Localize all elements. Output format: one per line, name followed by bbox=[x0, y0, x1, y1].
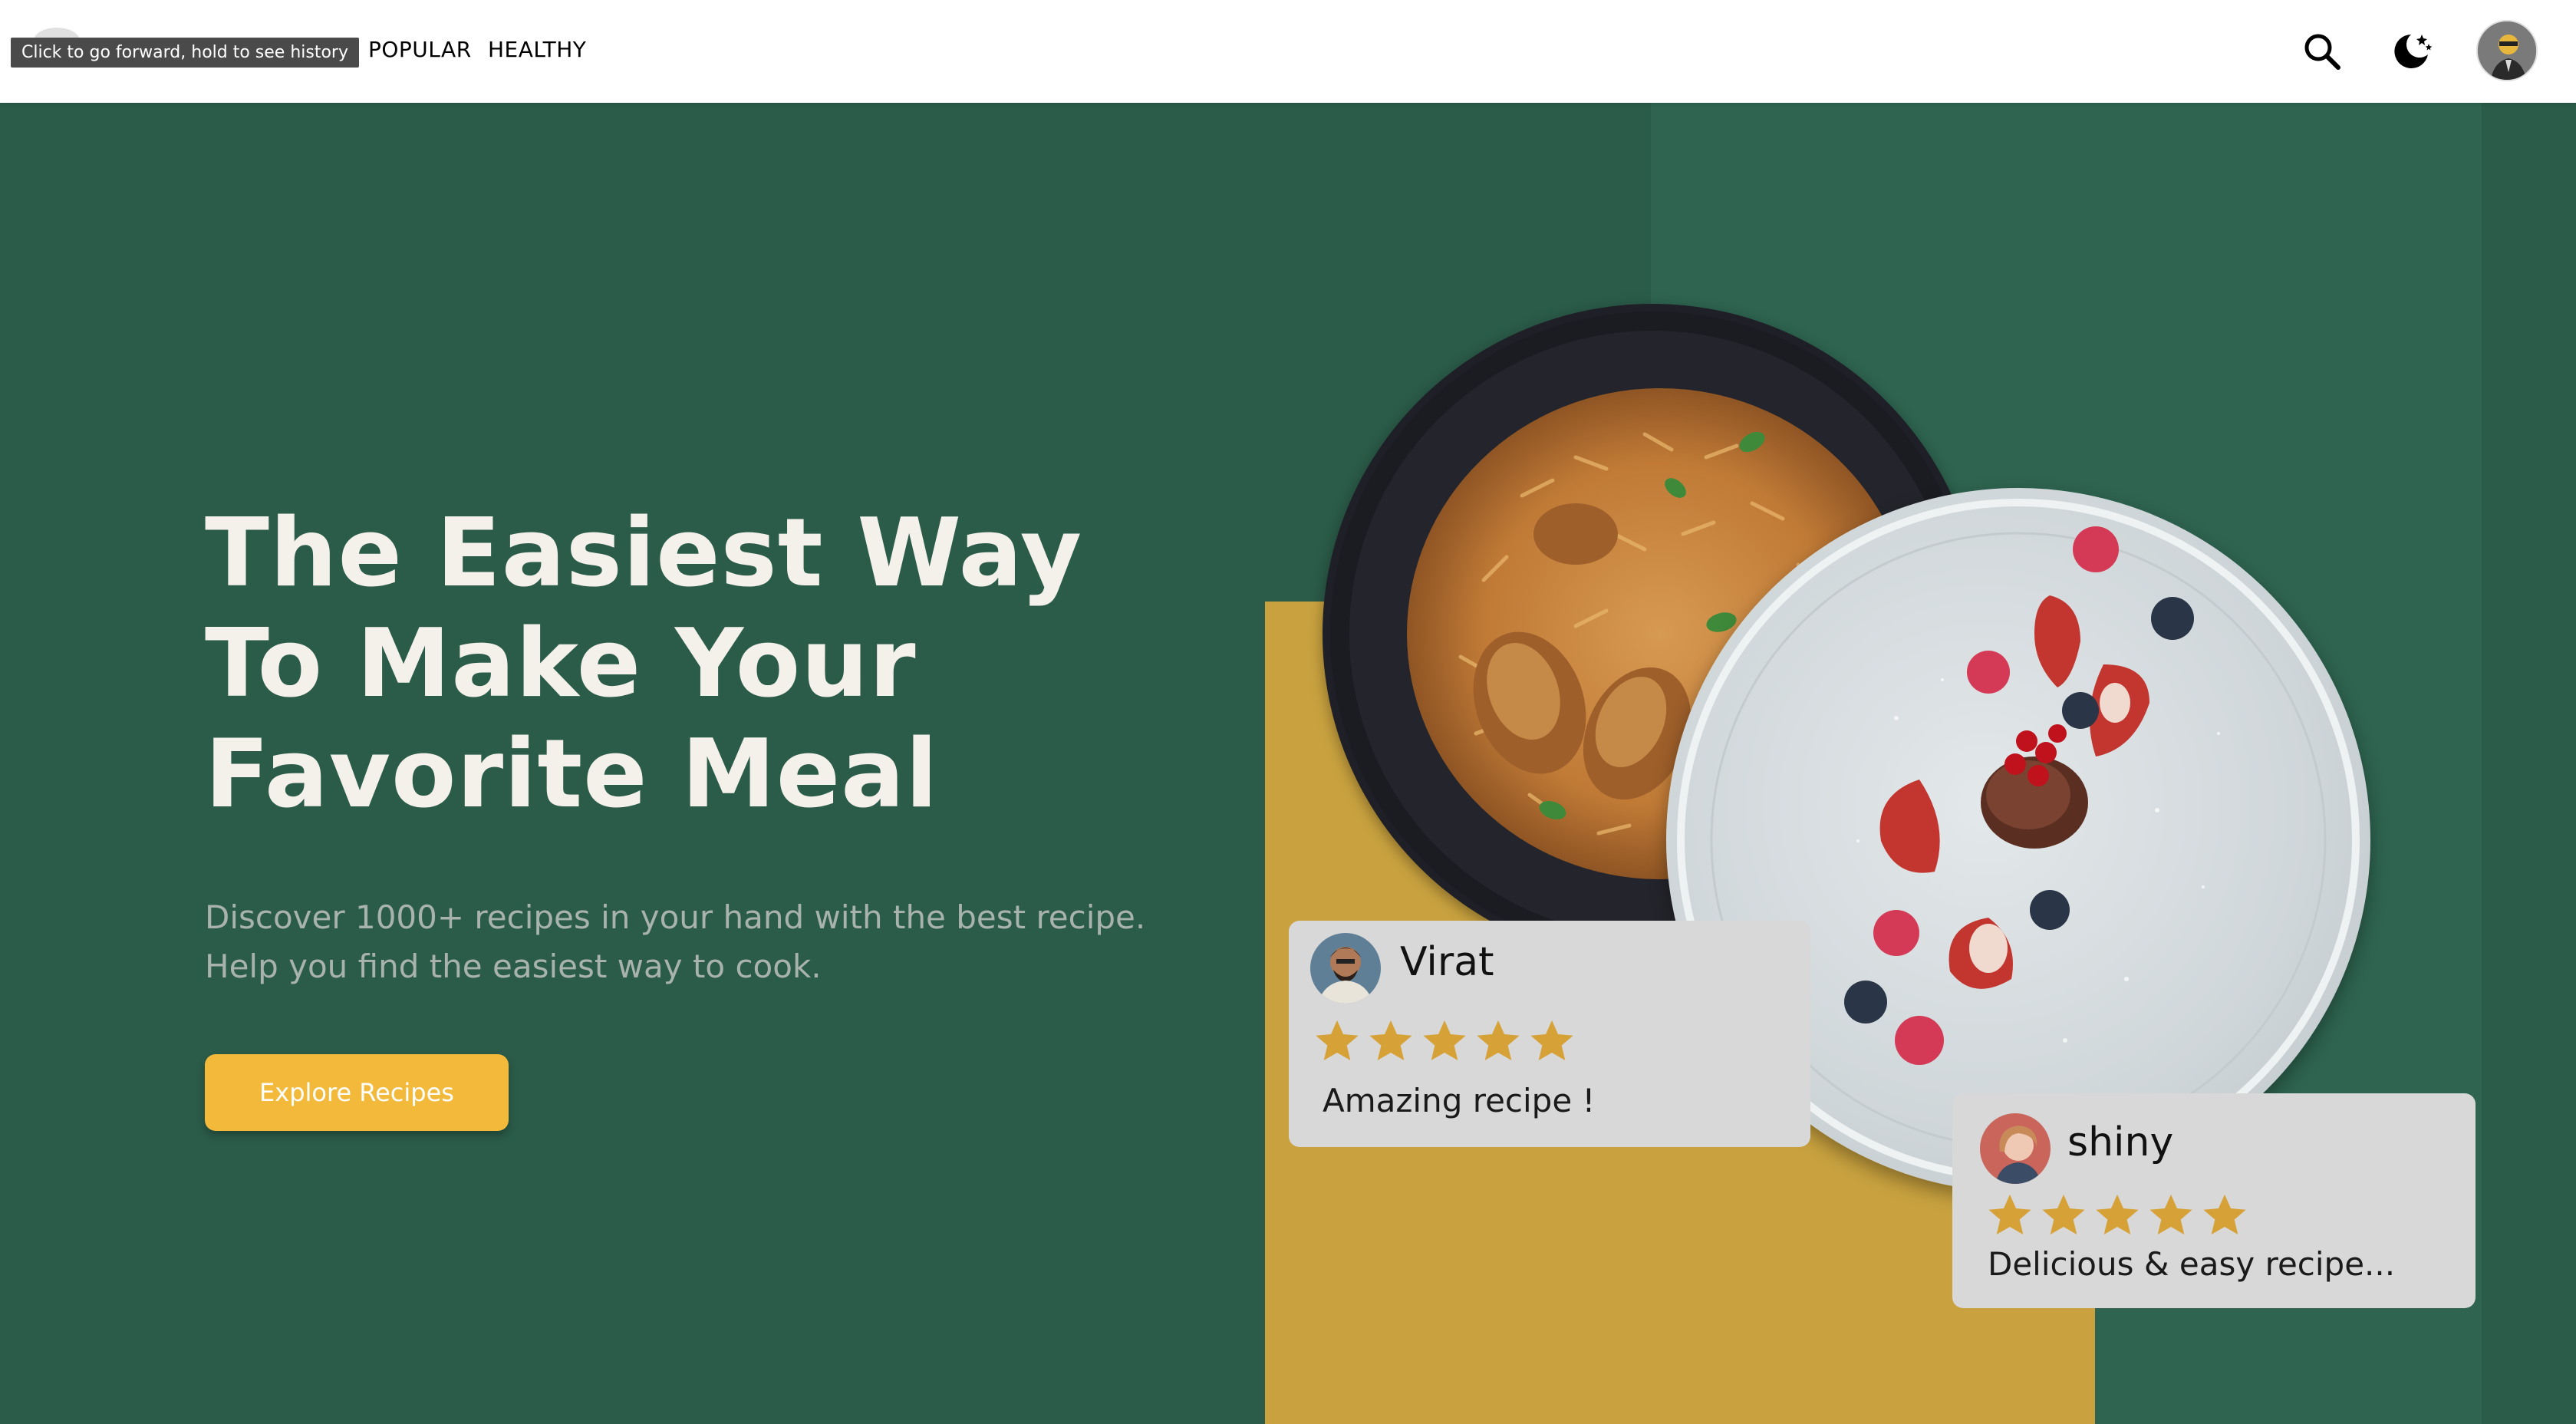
hero-subtitle-line: Help you find the easiest way to cook. bbox=[205, 948, 822, 985]
user-avatar[interactable] bbox=[2476, 20, 2538, 81]
star-icon bbox=[2203, 1194, 2246, 1235]
nav-link-popular[interactable]: POPULAR bbox=[368, 37, 472, 62]
hero-title-line: Favorite Meal bbox=[205, 720, 939, 829]
hero-title-line: To Make Your bbox=[205, 609, 917, 719]
browser-tooltip: Click to go forward, hold to see history bbox=[11, 38, 359, 68]
star-icon bbox=[1369, 1020, 1412, 1061]
star-icon bbox=[2096, 1194, 2139, 1235]
theme-toggle-icon[interactable] bbox=[2386, 26, 2436, 77]
explore-recipes-button[interactable]: Explore Recipes bbox=[205, 1054, 509, 1131]
hero-subtitle: Discover 1000+ recipes in your hand with… bbox=[205, 893, 1202, 991]
star-icon bbox=[1316, 1020, 1359, 1061]
star-icon bbox=[1423, 1020, 1466, 1061]
star-icon bbox=[1988, 1194, 2031, 1235]
review-text: Delicious & easy recipe... bbox=[1988, 1245, 2396, 1283]
hero-title-line: The Easiest Way bbox=[205, 499, 1083, 608]
review-card: Virat Amazing recipe ! bbox=[1289, 921, 1810, 1147]
top-navbar: Click to go forward, hold to see history… bbox=[0, 0, 2576, 103]
reviewer-avatar bbox=[1310, 933, 1381, 1004]
reviewer-avatar bbox=[1980, 1113, 2051, 1184]
star-rating bbox=[1986, 1192, 2248, 1239]
review-card: shiny Delicious & easy recipe... bbox=[1952, 1093, 2476, 1308]
reviewer-name: shiny bbox=[2067, 1119, 2174, 1165]
nav-link-healthy[interactable]: HEALTHY bbox=[488, 37, 586, 62]
review-text: Amazing recipe ! bbox=[1323, 1082, 1596, 1119]
star-icon bbox=[1477, 1020, 1520, 1061]
hero-subtitle-line: Discover 1000+ recipes in your hand with… bbox=[205, 898, 1146, 936]
search-icon[interactable] bbox=[2298, 28, 2346, 75]
star-icon bbox=[2149, 1194, 2192, 1235]
reviewer-name: Virat bbox=[1400, 939, 1494, 985]
star-icon bbox=[2042, 1194, 2085, 1235]
star-rating bbox=[1313, 1017, 1576, 1065]
star-icon bbox=[1530, 1020, 1573, 1061]
hero-title: The Easiest Way To Make Your Favorite Me… bbox=[205, 499, 1125, 830]
